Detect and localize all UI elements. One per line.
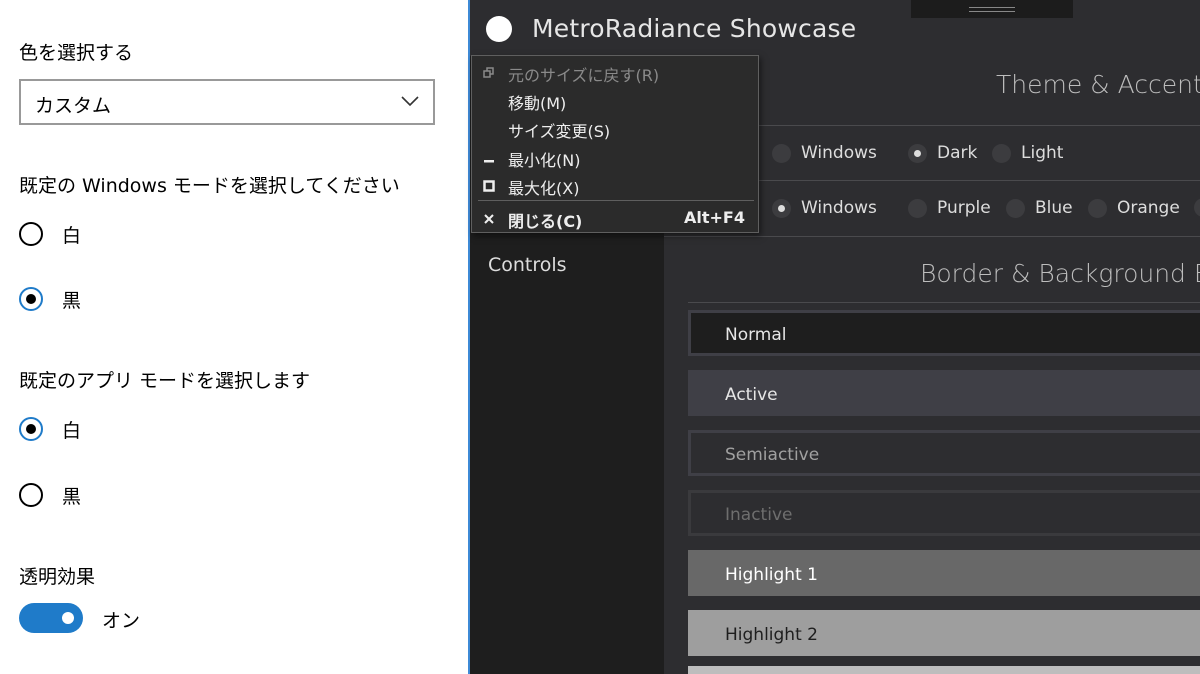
divider: [688, 302, 1200, 303]
windows-mode-light-radio[interactable]: 白: [19, 219, 81, 249]
radio-label: 黒: [62, 485, 82, 508]
transparency-label: 透明効果: [19, 566, 96, 588]
theme-option-light[interactable]: Light: [992, 143, 1063, 163]
menu-item-label: サイズ変更(S): [508, 122, 611, 141]
radio-label: 黒: [62, 289, 82, 312]
windows-mode-label: 既定の Windows モードを選択してください: [19, 175, 400, 197]
app-mode-label: 既定のアプリ モードを選択します: [19, 370, 311, 392]
brush-row-normal: Normal: [688, 310, 1200, 356]
app-mode-light-radio[interactable]: 白: [19, 414, 81, 444]
brush-row-active: Active: [688, 370, 1200, 416]
radio-indicator[interactable]: [992, 143, 1011, 163]
minimize-icon: [484, 160, 494, 163]
transparency-state: オン: [102, 610, 141, 632]
color-select-label: 色を選択する: [19, 42, 134, 64]
menu-item-label: 最大化(X): [508, 179, 580, 198]
radio-indicator-selected[interactable]: [19, 287, 43, 311]
theme-option-dark[interactable]: Dark: [908, 143, 977, 163]
theme-option-windows[interactable]: Windows: [772, 143, 877, 163]
brush-row-label: Semiactive: [725, 445, 820, 465]
personalization-settings-panel: 色を選択する カスタム 既定の Windows モードを選択してください 白 黒…: [0, 0, 468, 674]
theme-accent-title: Theme & Accent: [996, 70, 1200, 99]
option-label: Windows: [801, 143, 877, 163]
brush-row-highlight-1: Highlight 1: [688, 550, 1200, 596]
menu-separator: [478, 200, 754, 201]
drag-grip-handle[interactable]: [911, 0, 1073, 18]
option-label: Orange: [1117, 198, 1180, 218]
menu-item-restore[interactable]: 元のサイズに戻す(R): [472, 59, 758, 85]
brush-row-semiactive: Semiactive: [688, 430, 1200, 476]
radio-indicator[interactable]: [19, 483, 43, 507]
toggle-knob: [62, 612, 74, 624]
brushes-title: Border & Background Brushes: [920, 259, 1200, 288]
app-icon[interactable]: [486, 16, 512, 42]
color-mode-value: カスタム: [35, 95, 112, 117]
radio-indicator-selected[interactable]: [908, 143, 927, 163]
menu-item-label: 閉じる(C): [508, 212, 583, 231]
accent-option-blue[interactable]: Blue: [1006, 198, 1073, 218]
chevron-down-icon: [401, 96, 419, 107]
accent-option-orange[interactable]: Orange: [1088, 198, 1180, 218]
brush-row-label: Highlight 2: [725, 625, 818, 645]
grip-line: [969, 11, 1015, 12]
brush-row-label: Inactive: [725, 505, 793, 525]
radio-indicator-selected[interactable]: [19, 417, 43, 441]
radio-indicator[interactable]: [19, 222, 43, 246]
brush-row-label: Highlight 1: [725, 565, 818, 585]
brush-row-partial: [688, 666, 1200, 674]
radio-indicator-selected[interactable]: [772, 198, 791, 218]
menu-item-move[interactable]: 移動(M): [472, 87, 758, 113]
accent-option-windows[interactable]: Windows: [772, 198, 877, 218]
color-mode-dropdown[interactable]: カスタム: [19, 79, 435, 125]
menu-item-close[interactable]: 閉じる(C) Alt+F4: [472, 205, 758, 231]
option-label: Dark: [937, 143, 978, 163]
menu-item-label: 最小化(N): [508, 151, 581, 170]
brush-row-highlight-2: Highlight 2: [688, 610, 1200, 656]
menu-item-label: 移動(M): [508, 94, 567, 113]
app-mode-dark-radio[interactable]: 黒: [19, 480, 81, 510]
menu-item-maximize[interactable]: 最大化(X): [472, 172, 758, 198]
windows-mode-dark-radio[interactable]: 黒: [19, 284, 81, 314]
menu-item-size[interactable]: サイズ変更(S): [472, 115, 758, 141]
radio-indicator[interactable]: [1088, 198, 1107, 218]
sidebar-item-controls[interactable]: Controls: [488, 254, 567, 276]
radio-indicator[interactable]: [772, 143, 791, 163]
transparency-toggle[interactable]: [19, 603, 83, 633]
brush-row-label: Active: [725, 385, 778, 405]
restore-icon: [483, 67, 494, 78]
option-label: Windows: [801, 198, 877, 218]
maximize-icon: [483, 180, 495, 192]
radio-indicator[interactable]: [1194, 198, 1200, 217]
accent-option-more[interactable]: [1194, 198, 1200, 217]
window-system-menu: 元のサイズに戻す(R) 移動(M) サイズ変更(S) 最小化(N) 最大化(X)…: [471, 55, 759, 233]
menu-item-minimize[interactable]: 最小化(N): [472, 144, 758, 170]
menu-item-label: 元のサイズに戻す(R): [508, 66, 660, 85]
radio-label: 白: [62, 419, 82, 442]
option-label: Purple: [937, 198, 991, 218]
brush-row-label: Normal: [725, 325, 787, 345]
window-title: MetroRadiance Showcase: [532, 14, 857, 43]
grip-line: [969, 7, 1015, 8]
option-label: Light: [1021, 143, 1064, 163]
title-bar[interactable]: MetroRadiance Showcase: [470, 0, 1200, 56]
divider: [664, 236, 1200, 237]
close-icon: [484, 214, 494, 224]
brush-row-inactive: Inactive: [688, 490, 1200, 536]
accent-option-purple[interactable]: Purple: [908, 198, 991, 218]
menu-item-shortcut: Alt+F4: [684, 208, 745, 227]
option-label: Blue: [1035, 198, 1073, 218]
radio-label: 白: [62, 224, 82, 247]
radio-indicator[interactable]: [908, 198, 927, 218]
radio-indicator[interactable]: [1006, 198, 1025, 218]
